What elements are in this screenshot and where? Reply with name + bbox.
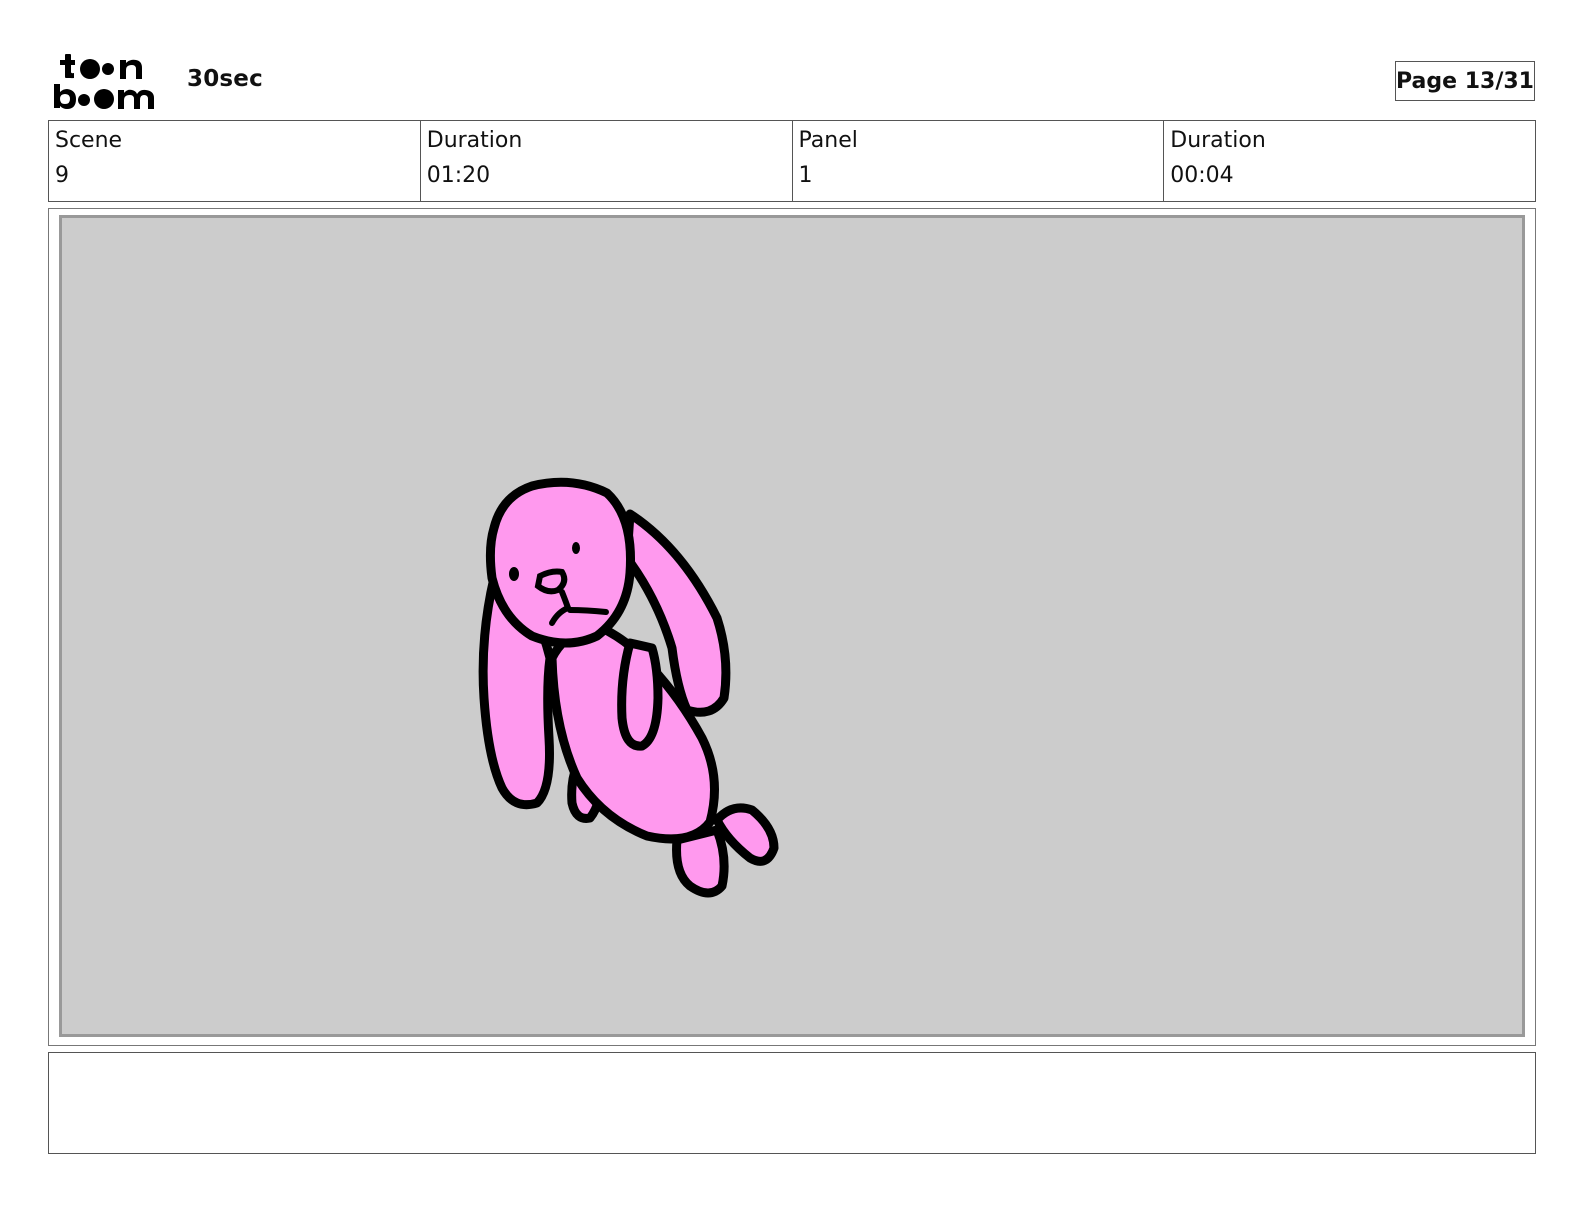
panel-duration-label: Duration [1170,128,1266,153]
scene-duration-label: Duration [426,128,523,153]
panel-label: Panel [798,128,858,153]
panel-info-table: Scene 9 Duration 01:20 Panel 1 Duration … [48,120,1536,202]
panel-value: 1 [798,163,813,188]
toon-boom-logo-icon: toon boom [52,52,164,112]
page-indicator: Page 13/31 [1395,61,1535,101]
scene-value: 9 [55,163,69,188]
scene-duration-value: 01:20 [426,163,491,188]
scene-label: Scene [55,128,123,153]
panel-duration-value: 00:04 [1170,163,1234,188]
panel-notes-box [48,1052,1536,1154]
storyboard-panel-frame [48,208,1536,1046]
pink-bunny-plush-drawing [478,477,779,898]
panel-duration-cell: Duration 00:04 [1164,121,1535,201]
panel-cell: Panel 1 [793,121,1165,201]
scene-duration-cell: Duration 01:20 [421,121,793,201]
project-title: 30sec [187,66,263,92]
scene-cell: Scene 9 [49,121,421,201]
storyboard-panel-image [59,215,1525,1037]
